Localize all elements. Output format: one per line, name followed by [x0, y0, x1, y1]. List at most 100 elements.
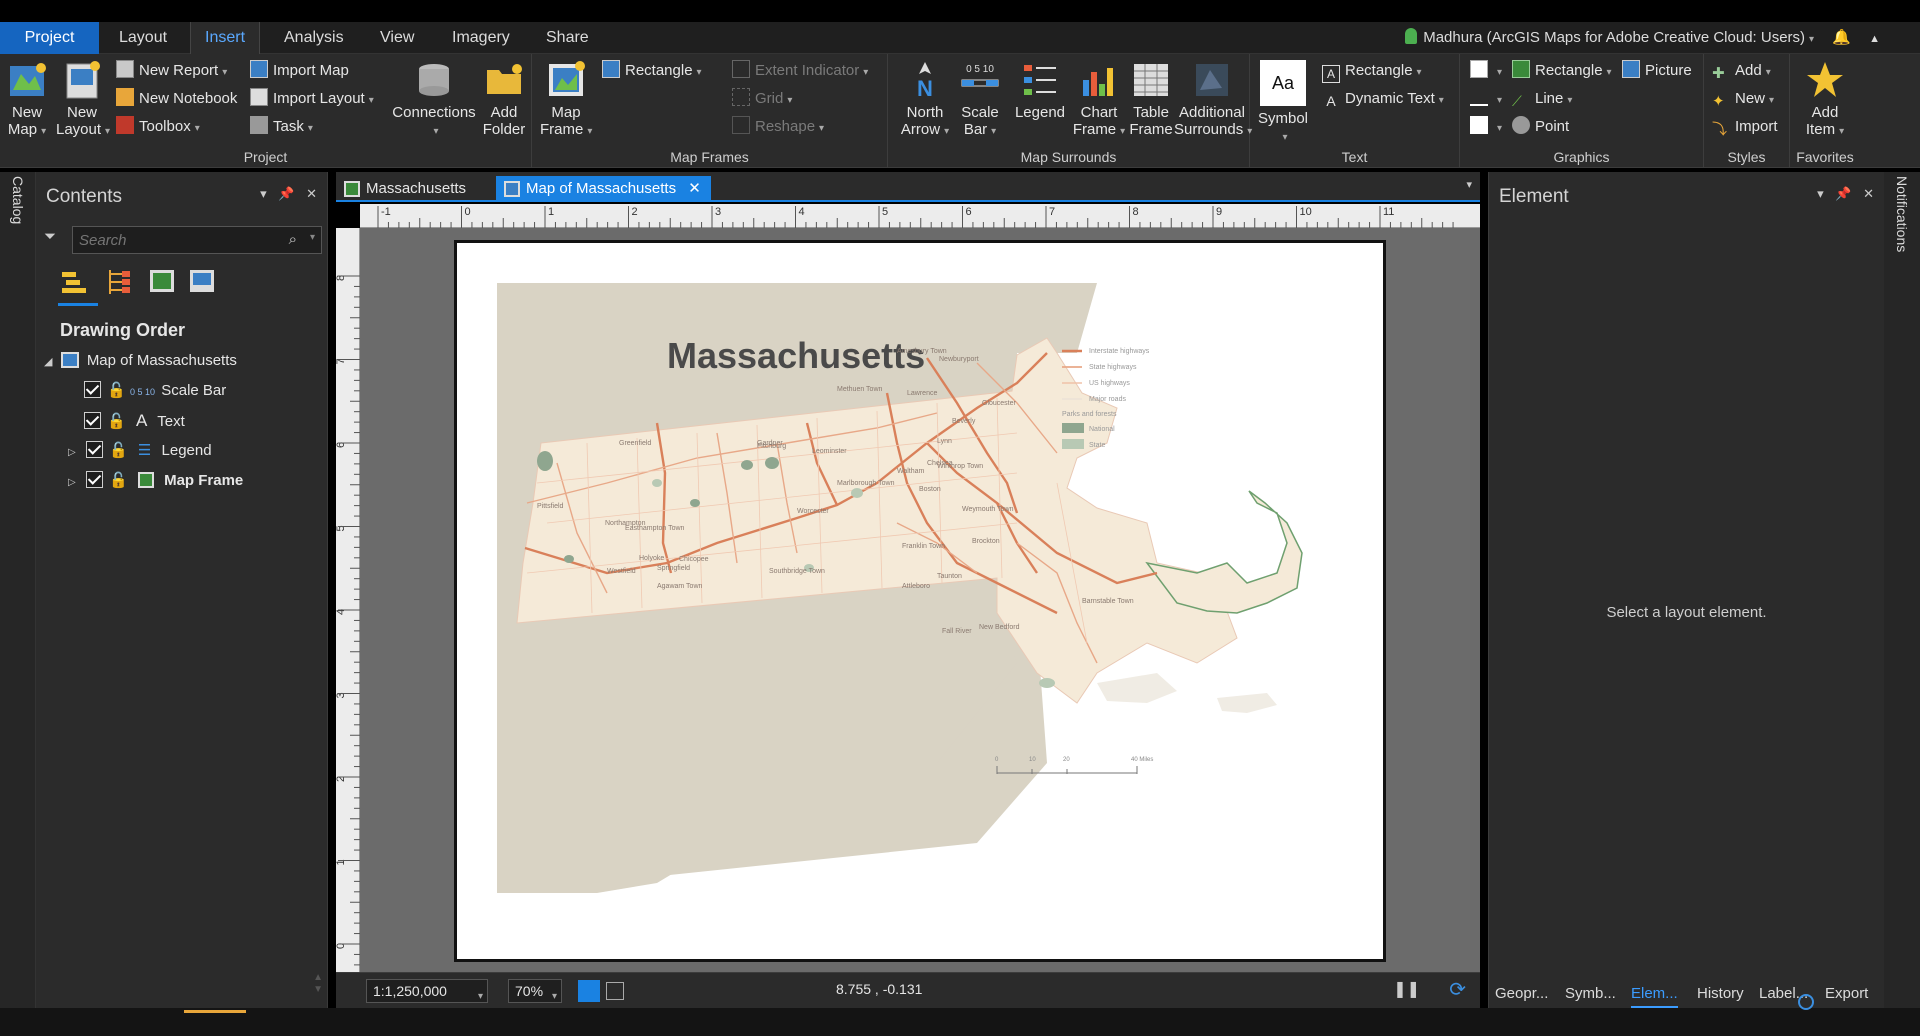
doc-tab-massachusetts-map[interactable]: Massachusetts [336, 176, 476, 202]
tab-share[interactable]: Share [532, 22, 603, 54]
vertical-ruler[interactable]: 876543210 [335, 228, 360, 972]
pin-icon[interactable]: 📌 [1835, 186, 1851, 201]
close-tab-icon[interactable]: ✕ [688, 180, 701, 197]
search-field[interactable]: ⌕ ▾ [72, 226, 322, 254]
scale-selector[interactable]: 1:1,250,000 ▾ [366, 979, 488, 1003]
connections-button[interactable]: Connections ▾ [388, 60, 480, 140]
add-item-button[interactable]: Add Item ▾ [1798, 60, 1852, 140]
notifications-tab[interactable]: Notifications [1894, 176, 1910, 252]
filter-icon[interactable]: ⏷ [44, 228, 60, 248]
reshape-button[interactable]: Reshape ▾ [732, 116, 824, 138]
point-symbol-dropdown[interactable]: ▾ [1470, 116, 1502, 138]
new-notebook-button[interactable]: New Notebook [116, 88, 237, 110]
pause-drawing-icon[interactable]: ❚❚ [1393, 979, 1420, 999]
expand-arrow-icon[interactable]: ▷ [68, 447, 76, 458]
scale-bar-button[interactable]: 0 5 10 Scale Bar ▾ [954, 60, 1006, 140]
collapse-arrow-icon[interactable]: ◢ [44, 356, 52, 368]
graphics-line-button[interactable]: ⟋ Line ▾ [1512, 88, 1572, 110]
import-style-button[interactable]: ⤵ Import [1712, 116, 1778, 138]
lock-icon[interactable]: 🔓 [107, 382, 126, 399]
list-by-drawing-order-tab[interactable] [58, 266, 98, 306]
search-options-icon[interactable]: ▾ [310, 232, 315, 243]
layout-page[interactable]: Massachusetts Amesbury Town Newburyport Me… [454, 240, 1386, 962]
add-folder-button[interactable]: Add Folder [478, 60, 530, 138]
graphics-point-button[interactable]: Point [1512, 116, 1569, 138]
add-style-button[interactable]: ✚ Add ▾ [1712, 60, 1771, 82]
tree-item-legend[interactable]: ▷ 🔓 ☰ Legend [68, 438, 212, 464]
map-frame[interactable]: Massachusetts Amesbury TownNewburyport Me… [457, 243, 1383, 959]
import-map-button[interactable]: Import Map [250, 60, 349, 82]
tab-view[interactable]: View [366, 22, 428, 54]
tab-insert[interactable]: Insert [190, 22, 261, 54]
bottom-tab-geoprocessing[interactable]: Geopr... [1495, 980, 1548, 1008]
lock-icon[interactable]: 🔓 [107, 413, 126, 430]
pin-icon[interactable]: 📌 [278, 186, 294, 201]
tab-overflow-icon[interactable]: ▾ [1466, 178, 1472, 191]
lock-icon[interactable]: 🔓 [109, 442, 128, 459]
list-by-element-tab[interactable] [186, 266, 218, 298]
list-by-source-tab[interactable] [104, 266, 136, 298]
list-by-visibility-tab[interactable] [146, 266, 178, 298]
legend-button[interactable]: Legend [1008, 60, 1072, 121]
line-symbol-dropdown[interactable]: ▾ [1470, 88, 1502, 110]
fill-symbol-dropdown[interactable]: ▾ [1470, 60, 1502, 82]
bottom-tab-history[interactable]: History [1697, 980, 1744, 1008]
dynamic-text-button[interactable]: A Dynamic Text ▾ [1322, 88, 1443, 110]
new-layout-button[interactable]: New Layout ▾ [56, 60, 110, 140]
user-account[interactable]: Madhura (ArcGIS Maps for Adobe Creative … [1405, 22, 1880, 54]
table-frame-button[interactable]: Table Frame [1126, 60, 1176, 138]
task-button[interactable]: Task ▾ [250, 116, 313, 138]
map-frame-button[interactable]: Map Frame ▾ [540, 60, 592, 140]
notification-bell-icon[interactable]: 🔔 [1832, 29, 1851, 46]
visibility-checkbox[interactable] [84, 381, 101, 398]
bottom-tab-export[interactable]: Export [1825, 980, 1868, 1008]
tree-item-scale-bar[interactable]: 🔓 0 5 10 Scale Bar [84, 378, 226, 404]
refresh-icon[interactable]: ⟳ [1449, 977, 1466, 1002]
text-rectangle-button[interactable]: A Rectangle ▾ [1322, 60, 1422, 83]
visibility-checkbox[interactable] [85, 471, 103, 488]
pane-menu-icon[interactable]: ▾ [260, 186, 267, 201]
import-layout-button[interactable]: Import Layout ▾ [250, 88, 374, 110]
chart-frame-button[interactable]: Chart Frame ▾ [1072, 60, 1126, 140]
tab-analysis[interactable]: Analysis [270, 22, 358, 54]
new-style-button[interactable]: ✦ New ▾ [1712, 88, 1774, 110]
map-frame-rectangle-button[interactable]: Rectangle ▾ [602, 60, 702, 82]
horizontal-ruler[interactable]: -1 0 1 2 3 4 5 6 7 8 9 10 11 [360, 204, 1480, 228]
zoom-selector[interactable]: 70% ▾ [508, 979, 562, 1003]
new-report-button[interactable]: New Report ▾ [116, 60, 227, 82]
catalog-tab[interactable]: Catalog [10, 176, 26, 224]
grid-button[interactable]: Grid ▾ [732, 88, 792, 110]
tree-root-layout[interactable]: ◢ Map of Massachusetts [44, 348, 237, 374]
pane-menu-icon[interactable]: ▾ [1817, 186, 1824, 201]
grid-toggle-icon[interactable] [606, 982, 624, 1000]
tree-item-text[interactable]: 🔓 A Text [84, 408, 185, 434]
tab-imagery[interactable]: Imagery [438, 22, 524, 54]
expand-arrow-icon[interactable]: ▷ [68, 477, 76, 488]
close-icon[interactable]: ✕ [1863, 186, 1874, 201]
symbol-gallery-button[interactable]: Aa Symbol ▾ [1258, 60, 1308, 146]
bottom-tab-element[interactable]: Elem... [1631, 980, 1678, 1008]
extent-indicator-button[interactable]: Extent Indicator ▾ [732, 60, 868, 82]
toolbox-button[interactable]: Toolbox ▾ [116, 116, 200, 138]
search-input[interactable] [73, 227, 273, 253]
catalog-side-strip[interactable]: Catalog [0, 172, 36, 1008]
snapping-icon[interactable] [578, 980, 600, 1002]
tab-layout[interactable]: Layout [105, 22, 181, 54]
new-map-button[interactable]: New Map ▾ [4, 60, 50, 140]
close-icon[interactable]: ✕ [306, 186, 317, 201]
additional-surrounds-button[interactable]: Additional Surrounds ▾ [1174, 60, 1252, 140]
visibility-checkbox[interactable] [85, 441, 103, 458]
notifications-side-strip[interactable]: Notifications [1884, 172, 1920, 1008]
graphics-rectangle-button[interactable]: Rectangle ▾ [1512, 60, 1612, 82]
picture-button[interactable]: Picture [1622, 60, 1692, 82]
north-arrow-button[interactable]: N North Arrow ▾ [896, 60, 954, 140]
scroll-arrows[interactable]: ▲ ▼ [313, 972, 323, 996]
bottom-tab-symbology[interactable]: Symb... [1565, 980, 1616, 1008]
ribbon-collapse-icon[interactable]: ▲ [1869, 33, 1880, 45]
visibility-checkbox[interactable] [84, 412, 101, 429]
lock-icon[interactable]: 🔓 [109, 472, 128, 489]
tab-project[interactable]: Project [0, 22, 99, 54]
tree-item-map-frame[interactable]: ▷ 🔓 Map Frame [68, 468, 243, 494]
search-icon[interactable]: ⌕ [289, 231, 297, 248]
doc-tab-map-of-massachusetts[interactable]: Map of Massachusetts ✕ [496, 176, 711, 202]
